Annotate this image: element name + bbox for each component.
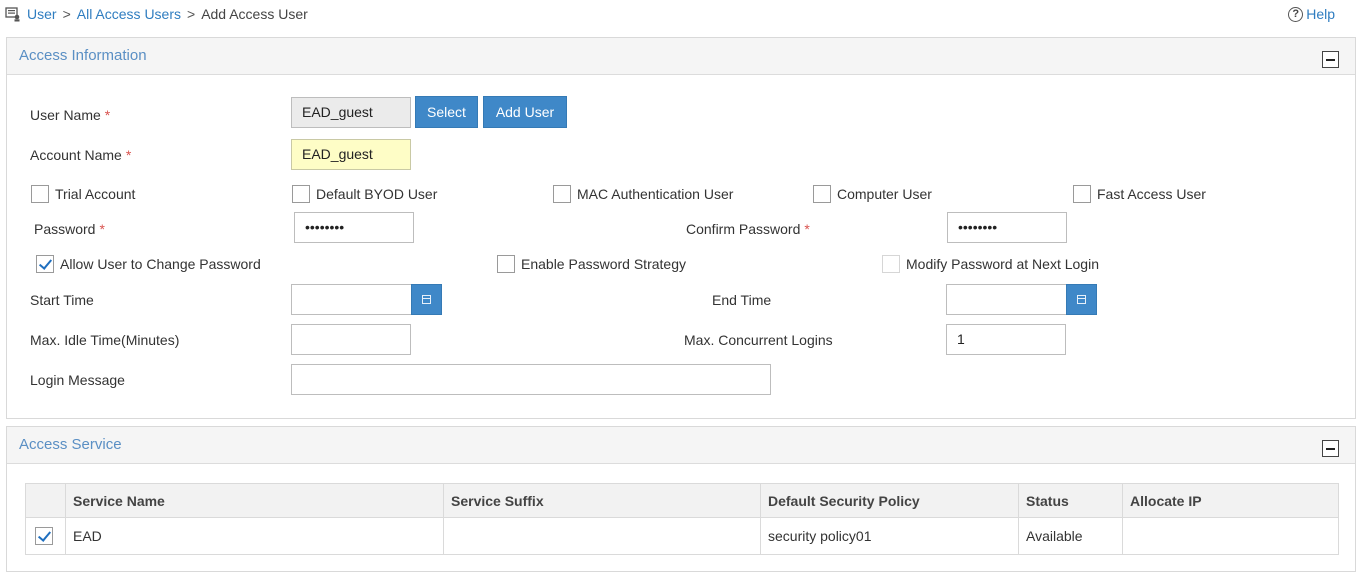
service-suffix-cell	[443, 517, 761, 555]
breadcrumb-separator: >	[187, 6, 196, 22]
access-service-table: Service Name Service Suffix Default Secu…	[25, 483, 1339, 555]
confirm-password-label: Confirm Password *	[686, 221, 810, 237]
computer-user-label: Computer User	[837, 186, 932, 202]
calendar-icon	[422, 295, 431, 304]
login-message-field[interactable]	[291, 364, 771, 395]
breadcrumb-separator: >	[62, 6, 71, 22]
max-idle-time-field[interactable]	[291, 324, 411, 355]
enable-password-strategy-checkbox[interactable]	[497, 255, 515, 273]
table-header-row: Service Name Service Suffix Default Secu…	[25, 483, 1339, 518]
breadcrumb-all-access-users-link[interactable]: All Access Users	[77, 6, 181, 22]
column-header-select	[25, 483, 66, 518]
confirm-password-field[interactable]: ••••••••	[947, 212, 1067, 243]
column-header-allocate-ip[interactable]: Allocate IP	[1122, 483, 1339, 518]
allow-change-password-checkbox[interactable]	[36, 255, 54, 273]
password-label: Password *	[34, 221, 105, 237]
panel-title: Access Information	[19, 47, 147, 64]
row-select-checkbox[interactable]	[35, 527, 53, 545]
add-user-button[interactable]: Add User	[483, 96, 567, 128]
modify-password-next-login-checkbox[interactable]	[882, 255, 900, 273]
fast-access-user-label: Fast Access User	[1097, 186, 1206, 202]
start-time-label: Start Time	[30, 292, 94, 308]
panel-title: Access Service	[19, 436, 122, 453]
breadcrumb: User > All Access Users > Add Access Use…	[5, 6, 308, 22]
user-name-label: User Name *	[30, 107, 111, 123]
trial-account-label: Trial Account	[55, 186, 136, 202]
end-time-label: End Time	[712, 292, 772, 308]
trial-account-checkbox[interactable]	[31, 185, 49, 203]
computer-user-checkbox[interactable]	[813, 185, 831, 203]
enable-password-strategy-label: Enable Password Strategy	[521, 256, 686, 272]
fast-access-user-checkbox[interactable]	[1073, 185, 1091, 203]
user-name-field: EAD_guest	[291, 97, 411, 128]
breadcrumb-user-link[interactable]: User	[27, 6, 57, 22]
default-byod-user-label: Default BYOD User	[316, 186, 438, 202]
column-header-service-name[interactable]: Service Name	[65, 483, 444, 518]
mac-authentication-user-checkbox[interactable]	[553, 185, 571, 203]
max-concurrent-logins-label: Max. Concurrent Logins	[684, 332, 833, 348]
account-name-field[interactable]: EAD_guest	[291, 139, 411, 170]
status-cell: Available	[1018, 517, 1123, 555]
max-idle-time-label: Max. Idle Time(Minutes)	[30, 332, 180, 348]
access-service-panel: Access Service Service Name Service Suff…	[6, 426, 1356, 572]
user-management-icon	[5, 7, 20, 22]
mac-authentication-user-label: MAC Authentication User	[577, 186, 734, 202]
collapse-icon[interactable]	[1322, 440, 1339, 457]
allocate-ip-cell[interactable]	[1122, 517, 1339, 555]
start-time-field[interactable]	[291, 284, 412, 315]
select-button[interactable]: Select	[415, 96, 478, 128]
password-field[interactable]: ••••••••	[294, 212, 414, 243]
panel-header: Access Service	[7, 427, 1355, 464]
service-name-cell: EAD	[65, 517, 444, 555]
table-row: EAD security policy01 Available	[25, 517, 1339, 555]
column-header-default-security-policy[interactable]: Default Security Policy	[760, 483, 1019, 518]
security-policy-cell: security policy01	[760, 517, 1019, 555]
start-time-calendar-button[interactable]	[411, 284, 442, 315]
column-header-status[interactable]: Status	[1018, 483, 1123, 518]
collapse-icon[interactable]	[1322, 51, 1339, 68]
allow-change-password-label: Allow User to Change Password	[60, 256, 261, 272]
panel-header: Access Information	[7, 38, 1355, 75]
end-time-calendar-button[interactable]	[1066, 284, 1097, 315]
end-time-field[interactable]	[946, 284, 1067, 315]
modify-password-next-login-label: Modify Password at Next Login	[906, 256, 1099, 272]
help-icon: ?	[1288, 6, 1304, 22]
login-message-label: Login Message	[30, 372, 125, 388]
access-information-panel: Access Information User Name * EAD_guest …	[6, 37, 1356, 419]
help-label: Help	[1306, 6, 1335, 22]
calendar-icon	[1077, 295, 1086, 304]
top-bar: User > All Access Users > Add Access Use…	[0, 0, 1359, 30]
row-select-cell	[25, 517, 66, 555]
help-link[interactable]: ? Help	[1288, 6, 1335, 22]
account-name-label: Account Name *	[30, 147, 132, 163]
default-byod-user-checkbox[interactable]	[292, 185, 310, 203]
max-concurrent-logins-field[interactable]: 1	[946, 324, 1066, 355]
breadcrumb-current: Add Access User	[201, 6, 308, 22]
column-header-service-suffix[interactable]: Service Suffix	[443, 483, 761, 518]
